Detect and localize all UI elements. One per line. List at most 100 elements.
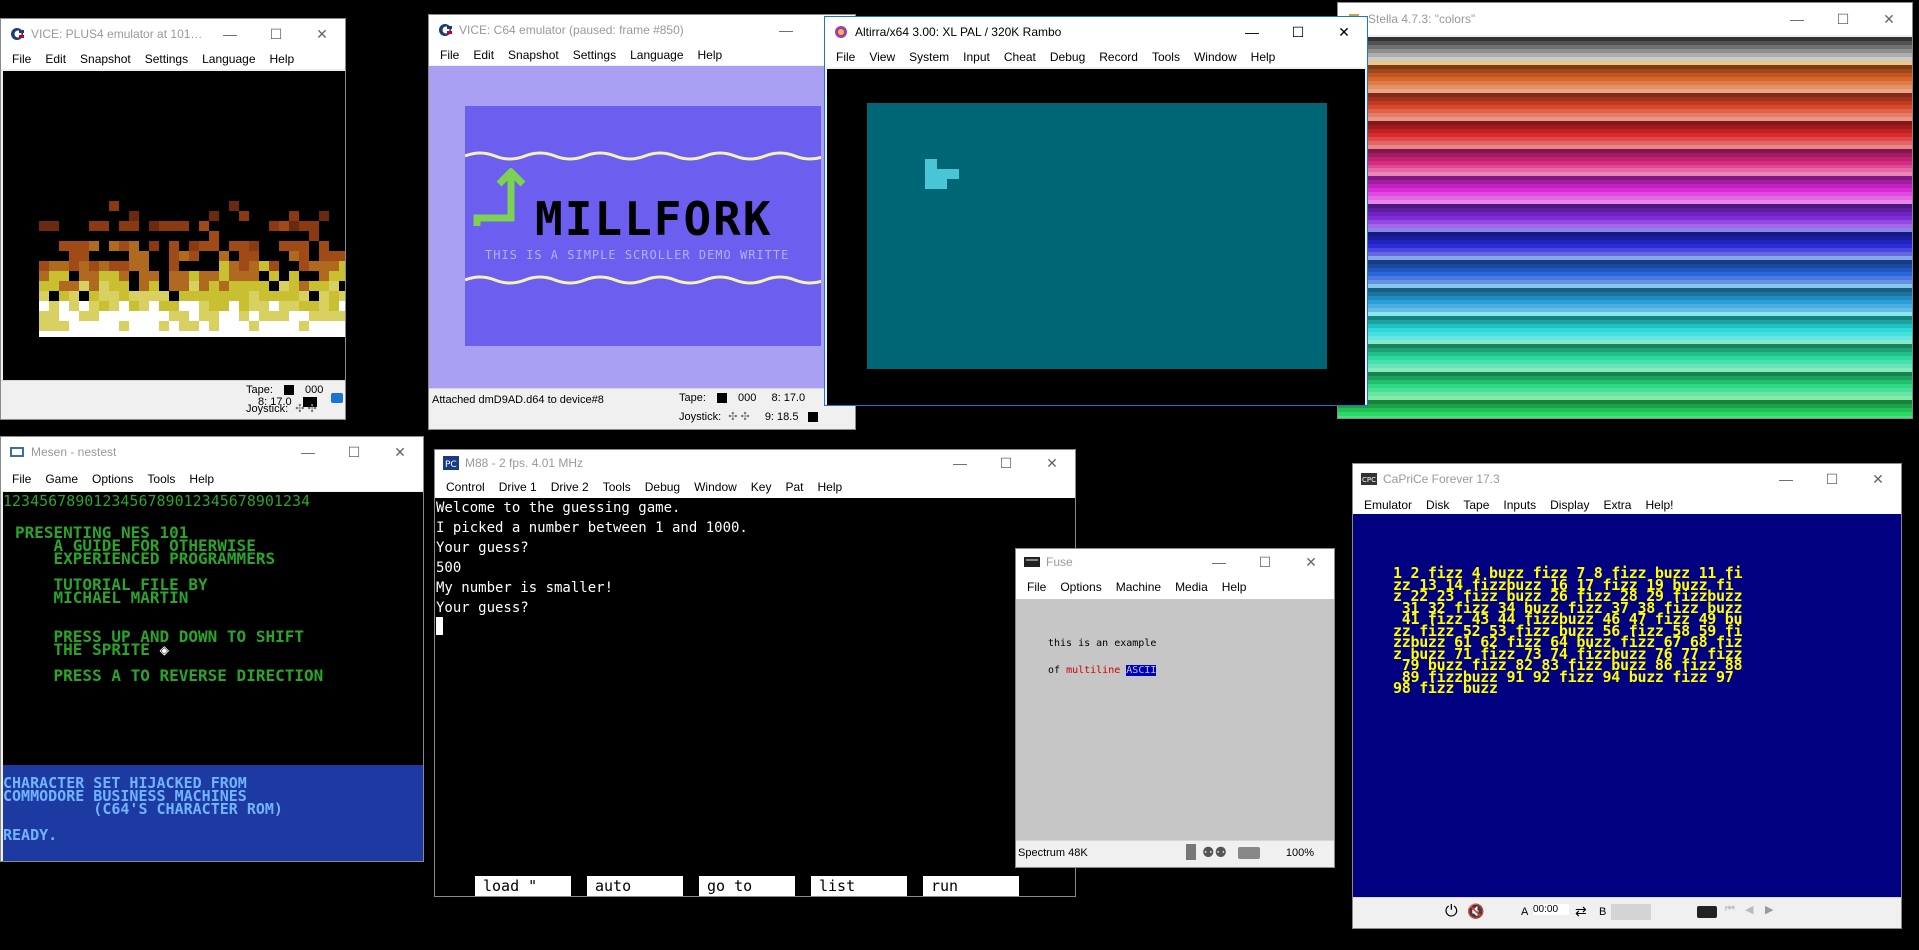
menu-edit[interactable]: Edit bbox=[466, 48, 501, 62]
mesen-screen[interactable]: 1234567890123456789012345678901234 PRESE… bbox=[3, 492, 423, 861]
m88-window[interactable]: PC M88 - 2 fps. 4.01 MHz — ☐ ✕ Control D… bbox=[434, 449, 1076, 897]
maximize-button[interactable]: ☐ bbox=[983, 450, 1029, 476]
maximize-button[interactable]: ☐ bbox=[1242, 549, 1288, 575]
menu-drive2[interactable]: Drive 2 bbox=[544, 480, 596, 494]
plus4-window[interactable]: VICE: PLUS4 emulator at 101% speed, 50 f… bbox=[0, 18, 346, 420]
menu-game[interactable]: Game bbox=[38, 472, 85, 486]
c64-titlebar[interactable]: VICE: C64 emulator (paused: frame #850) … bbox=[429, 15, 855, 45]
minimize-button[interactable]: — bbox=[1229, 17, 1275, 47]
softkey-goto[interactable]: go to bbox=[699, 876, 795, 896]
menu-tools[interactable]: Tools bbox=[140, 472, 182, 486]
menu-control[interactable]: Control bbox=[439, 480, 492, 494]
tape-stop-icon[interactable] bbox=[283, 385, 294, 396]
menu-key[interactable]: Key bbox=[744, 480, 779, 494]
minimize-button[interactable]: — bbox=[763, 15, 809, 45]
softkey-auto[interactable]: auto bbox=[587, 876, 683, 896]
fuse-titlebar[interactable]: Fuse — ☐ ✕ bbox=[1016, 549, 1334, 575]
close-button[interactable]: ✕ bbox=[1288, 549, 1334, 575]
altirra-titlebar[interactable]: Altirra/x64 3.00: XL PAL / 320K Rambo — … bbox=[825, 17, 1367, 47]
fuse-window[interactable]: Fuse — ☐ ✕ File Options Machine Media He… bbox=[1015, 548, 1335, 868]
minimize-button[interactable]: — bbox=[1196, 549, 1242, 575]
tape-stop-icon[interactable] bbox=[716, 393, 727, 404]
softkey-load[interactable]: load " bbox=[475, 876, 571, 896]
menu-settings[interactable]: Settings bbox=[138, 52, 195, 66]
menu-drive1[interactable]: Drive 1 bbox=[492, 480, 544, 494]
mute-icon[interactable]: 🔇 bbox=[1467, 903, 1484, 920]
close-button[interactable]: ✕ bbox=[299, 19, 345, 49]
menu-help[interactable]: Help bbox=[811, 480, 850, 494]
mesen-titlebar[interactable]: Mesen - nestest — ☐ ✕ bbox=[1, 437, 423, 467]
menu-help[interactable]: Help bbox=[263, 52, 302, 66]
menu-help[interactable]: Help bbox=[1215, 580, 1254, 594]
menu-inputs[interactable]: Inputs bbox=[1496, 498, 1543, 512]
altirra-screen[interactable] bbox=[827, 69, 1365, 405]
cassette-icon[interactable] bbox=[1697, 906, 1717, 918]
caprice-screen[interactable]: 1 2 fizz 4 buzz fizz 7 8 fizz buzz 11 fi… bbox=[1353, 514, 1901, 898]
minimize-button[interactable]: — bbox=[1774, 3, 1820, 35]
m88-titlebar[interactable]: PC M88 - 2 fps. 4.01 MHz — ☐ ✕ bbox=[435, 450, 1075, 476]
menu-help[interactable]: Help! bbox=[1638, 498, 1680, 512]
menu-tools[interactable]: Tools bbox=[596, 480, 638, 494]
rewind-icon[interactable]: ⏮ bbox=[1725, 903, 1735, 916]
plus4-titlebar[interactable]: VICE: PLUS4 emulator at 101% speed, 50 f… bbox=[1, 19, 345, 49]
menu-system[interactable]: System bbox=[902, 50, 956, 64]
minimize-button[interactable]: — bbox=[1763, 464, 1809, 494]
menu-snapshot[interactable]: Snapshot bbox=[73, 52, 138, 66]
menu-file[interactable]: File bbox=[829, 50, 862, 64]
menu-settings[interactable]: Settings bbox=[566, 48, 623, 62]
mesen-window[interactable]: Mesen - nestest — ☐ ✕ File Game Options … bbox=[0, 436, 424, 862]
minimize-button[interactable]: — bbox=[207, 19, 253, 49]
menu-help[interactable]: Help bbox=[691, 48, 730, 62]
plus4-screen[interactable] bbox=[3, 71, 345, 391]
menu-emulator[interactable]: Emulator bbox=[1357, 498, 1419, 512]
menu-options[interactable]: Options bbox=[85, 472, 140, 486]
minimize-button[interactable]: — bbox=[937, 450, 983, 476]
menu-disk[interactable]: Disk bbox=[1419, 498, 1456, 512]
menu-language[interactable]: Language bbox=[623, 48, 690, 62]
menu-cheat[interactable]: Cheat bbox=[997, 50, 1043, 64]
fuse-screen[interactable]: this is an example of multiline ASCII bbox=[1016, 599, 1334, 843]
c64-screen[interactable]: MILLFORK THIS IS A SIMPLE SCROLLER DEMO … bbox=[429, 66, 855, 389]
altirra-window[interactable]: Altirra/x64 3.00: XL PAL / 320K Rambo — … bbox=[824, 16, 1368, 406]
menu-file[interactable]: File bbox=[5, 52, 38, 66]
menu-input[interactable]: Input bbox=[956, 50, 997, 64]
power-icon[interactable]: ⏻ bbox=[1445, 903, 1458, 921]
close-button[interactable]: ✕ bbox=[377, 437, 423, 467]
stella-screen[interactable] bbox=[1338, 37, 1912, 418]
menu-debug[interactable]: Debug bbox=[1043, 50, 1092, 64]
minimize-button[interactable]: — bbox=[285, 437, 331, 467]
menu-tape[interactable]: Tape bbox=[1456, 498, 1496, 512]
caprice-window[interactable]: CPC CaPriCe Forever 17.3 — ☐ ✕ Emulator … bbox=[1352, 463, 1902, 929]
menu-file[interactable]: File bbox=[1020, 580, 1053, 594]
menu-file[interactable]: File bbox=[5, 472, 38, 486]
c64-window[interactable]: VICE: C64 emulator (paused: frame #850) … bbox=[428, 14, 856, 430]
menu-window[interactable]: Window bbox=[1187, 50, 1244, 64]
menu-display[interactable]: Display bbox=[1543, 498, 1596, 512]
menu-pat[interactable]: Pat bbox=[778, 480, 810, 494]
softkey-run[interactable]: run bbox=[923, 876, 1019, 896]
menu-view[interactable]: View bbox=[862, 50, 902, 64]
stella-window[interactable]: Stella 4.7.3: "colors" — ☐ ✕ bbox=[1337, 2, 1913, 419]
close-button[interactable]: ✕ bbox=[1029, 450, 1075, 476]
maximize-button[interactable]: ☐ bbox=[253, 19, 299, 49]
menu-language[interactable]: Language bbox=[195, 52, 262, 66]
menu-window[interactable]: Window bbox=[687, 480, 744, 494]
menu-help[interactable]: Help bbox=[182, 472, 221, 486]
menu-extra[interactable]: Extra bbox=[1596, 498, 1638, 512]
maximize-button[interactable]: ☐ bbox=[1275, 17, 1321, 47]
caprice-titlebar[interactable]: CPC CaPriCe Forever 17.3 — ☐ ✕ bbox=[1353, 464, 1901, 494]
menu-edit[interactable]: Edit bbox=[38, 52, 73, 66]
softkey-list[interactable]: list bbox=[811, 876, 907, 896]
play-icon[interactable]: ▶ bbox=[1765, 903, 1773, 916]
maximize-button[interactable]: ☐ bbox=[331, 437, 377, 467]
swap-icon[interactable]: ⇄ bbox=[1575, 903, 1587, 920]
menu-file[interactable]: File bbox=[433, 48, 466, 62]
menu-help[interactable]: Help bbox=[1244, 50, 1283, 64]
menu-options[interactable]: Options bbox=[1053, 580, 1108, 594]
menu-debug[interactable]: Debug bbox=[638, 480, 687, 494]
close-button[interactable]: ✕ bbox=[1321, 17, 1367, 47]
back-icon[interactable]: ◀ bbox=[1745, 903, 1753, 916]
menu-snapshot[interactable]: Snapshot bbox=[501, 48, 566, 62]
menu-machine[interactable]: Machine bbox=[1109, 580, 1168, 594]
close-button[interactable]: ✕ bbox=[1866, 3, 1912, 35]
